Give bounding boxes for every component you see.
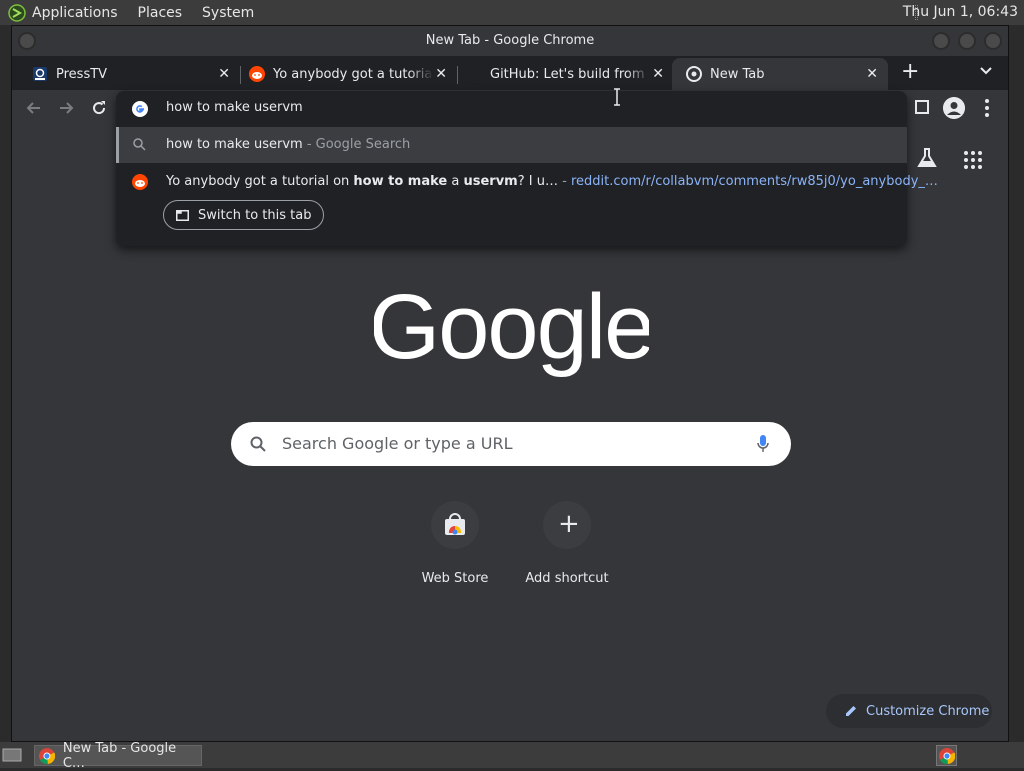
taskbar-window-chrome[interactable]: New Tab - Google C… bbox=[34, 741, 202, 771]
ntp-search-placeholder: Search Google or type a URL bbox=[282, 434, 513, 453]
applications-menu[interactable]: Applications bbox=[32, 5, 118, 21]
tab-close-icon[interactable]: ✕ bbox=[218, 66, 230, 82]
reload-icon[interactable] bbox=[89, 98, 109, 118]
google-g-icon bbox=[132, 101, 148, 117]
profile-avatar-icon[interactable] bbox=[943, 97, 965, 119]
tab-strip: PressTV ✕ Yo anybody got a tutorial on h… bbox=[12, 56, 1008, 90]
taskbar-item-label: New Tab - Google C… bbox=[62, 740, 177, 771]
search-icon bbox=[133, 138, 146, 151]
omnibox-dropdown: how to make uservm how to make uservm - … bbox=[116, 91, 938, 246]
labs-flask-icon[interactable] bbox=[916, 147, 938, 169]
tab-window-icon bbox=[176, 209, 189, 221]
tab-new-tab[interactable]: New Tab ✕ bbox=[672, 58, 888, 90]
reddit-icon bbox=[132, 174, 148, 190]
kebab-menu-icon[interactable] bbox=[985, 99, 989, 117]
suggestion-search[interactable]: how to make uservm - Google Search bbox=[116, 127, 907, 163]
suggestion-search-text: how to make uservm - Google Search bbox=[166, 137, 410, 152]
suggestion-tab-url: reddit.com/r/collabvm/comments/rw85j0/yo… bbox=[570, 174, 938, 189]
chrome-icon bbox=[39, 747, 55, 764]
shortcut-add[interactable]: + Add shortcut bbox=[511, 501, 623, 586]
new-tab-plus-icon[interactable]: + bbox=[901, 61, 919, 83]
tab-presstv[interactable]: PressTV ✕ bbox=[18, 58, 240, 90]
chevron-down-icon[interactable] bbox=[978, 62, 994, 78]
shortcut-web-store[interactable]: Web Store bbox=[399, 501, 511, 586]
plus-icon: + bbox=[558, 509, 580, 539]
tab-title: Yo anybody got a tutorial on how to make… bbox=[273, 66, 433, 82]
switch-to-tab-button[interactable]: Switch to this tab bbox=[163, 200, 325, 230]
chrome-window: New Tab - Google Chrome PressTV ✕ Yo any… bbox=[11, 25, 1009, 742]
tab-title: GitHub: Let's build from here bbox=[490, 66, 650, 82]
tab-reddit[interactable]: Yo anybody got a tutorial on how to make… bbox=[235, 58, 457, 90]
tab-github[interactable]: GitHub: Let's build from here ✕ bbox=[452, 58, 674, 90]
maximize-icon[interactable] bbox=[958, 32, 976, 50]
google-logo: Google bbox=[374, 288, 649, 378]
chrome-icon bbox=[686, 66, 702, 82]
shortcut-tile: + bbox=[543, 501, 591, 549]
switch-to-tab-label: Switch to this tab bbox=[198, 207, 312, 223]
tab-title: PressTV bbox=[56, 66, 108, 82]
tab-close-icon[interactable]: ✕ bbox=[652, 66, 664, 82]
suggestion-suffix: - Google Search bbox=[302, 137, 411, 152]
distro-logo-icon[interactable] bbox=[8, 3, 26, 22]
places-menu[interactable]: Places bbox=[138, 5, 183, 21]
customize-chrome-label: Customize Chrome bbox=[866, 703, 990, 719]
shortcut-label: Add shortcut bbox=[525, 571, 609, 586]
presstv-icon bbox=[33, 67, 47, 81]
shortcut-tile bbox=[431, 501, 479, 549]
tab-close-icon[interactable]: ✕ bbox=[435, 66, 447, 82]
suggestion-tab-bold2: uservm bbox=[463, 174, 518, 189]
microphone-icon[interactable] bbox=[756, 434, 770, 454]
omnibox-input-row[interactable]: how to make uservm bbox=[116, 91, 907, 127]
window-title: New Tab - Google Chrome bbox=[425, 33, 595, 48]
show-desktop-icon[interactable] bbox=[2, 747, 22, 763]
bottom-taskbar: New Tab - Google C… bbox=[0, 741, 1024, 771]
suggestion-open-tab[interactable]: Yo anybody got a tutorial on how to make… bbox=[116, 164, 938, 200]
tab-title: New Tab bbox=[710, 66, 765, 82]
pencil-icon bbox=[846, 706, 856, 716]
system-menu[interactable]: System bbox=[202, 5, 254, 21]
omnibox-input[interactable]: how to make uservm bbox=[166, 100, 303, 115]
forward-arrow-icon[interactable] bbox=[56, 98, 76, 118]
suggestion-tab-mid: a bbox=[447, 174, 464, 189]
customize-chrome-button[interactable]: Customize Chrome bbox=[826, 694, 992, 728]
suggestion-tab-text: Yo anybody got a tutorial on how to make… bbox=[166, 174, 938, 189]
google-logo-text: Google bbox=[374, 288, 649, 378]
reddit-icon bbox=[249, 66, 265, 82]
suggestion-query: how to make uservm bbox=[166, 137, 303, 152]
window-menu-icon[interactable] bbox=[18, 32, 36, 50]
clock[interactable]: Thu Jun 1, 06:43 bbox=[903, 4, 1018, 20]
minimize-icon[interactable] bbox=[932, 32, 950, 50]
text-cursor-icon bbox=[614, 88, 620, 106]
suggestion-tab-rest: ? I u… bbox=[517, 174, 558, 189]
system-top-panel: Applications Places System Thu Jun 1, 06… bbox=[0, 0, 1024, 25]
window-titlebar[interactable]: New Tab - Google Chrome bbox=[12, 26, 1008, 56]
ntp-search-box[interactable]: Search Google or type a URL bbox=[231, 422, 791, 466]
back-arrow-icon[interactable] bbox=[24, 98, 44, 118]
shortcut-label: Web Store bbox=[421, 571, 489, 586]
search-icon bbox=[250, 436, 266, 452]
tray-chrome-launcher[interactable] bbox=[936, 745, 957, 766]
tab-close-icon[interactable]: ✕ bbox=[866, 66, 878, 82]
github-icon bbox=[467, 67, 481, 81]
google-apps-grid-icon[interactable] bbox=[964, 151, 982, 169]
suggestion-tab-prefix: Yo anybody got a tutorial on bbox=[166, 174, 354, 189]
suggestion-tab-bold1: how to make bbox=[353, 174, 448, 189]
close-window-icon[interactable] bbox=[984, 32, 1002, 50]
side-panel-icon[interactable] bbox=[915, 100, 929, 114]
web-store-icon bbox=[445, 513, 465, 535]
suggestion-tab-dash: - bbox=[557, 174, 571, 189]
chrome-icon bbox=[939, 748, 955, 764]
